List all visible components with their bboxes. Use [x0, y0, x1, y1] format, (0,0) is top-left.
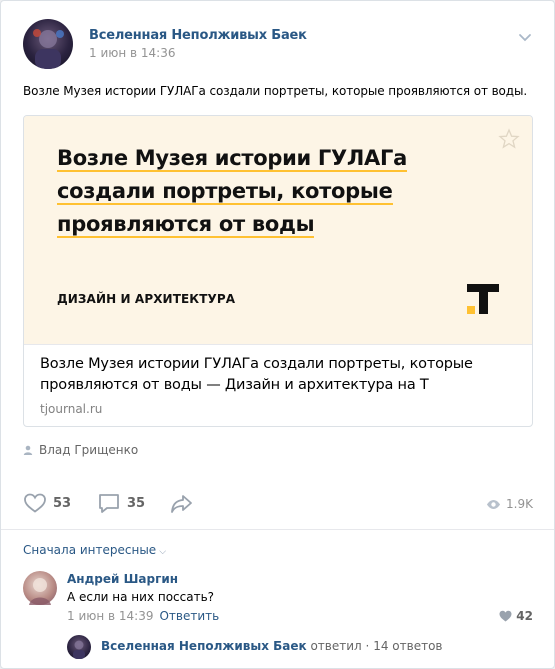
- group-avatar[interactable]: [23, 19, 73, 69]
- snippet-image[interactable]: Возле Музея истории ГУЛАГа создали портр…: [24, 116, 532, 344]
- reply-action: ответил: [310, 639, 362, 653]
- replies-thread-link[interactable]: Вселенная Неполживых Баек ответил · 14 о…: [67, 635, 507, 659]
- user-icon: [23, 444, 33, 455]
- snippet-image-title-line: проявляются от воды: [57, 212, 315, 238]
- reply-button[interactable]: Ответить: [159, 609, 219, 623]
- eye-icon: [487, 500, 501, 509]
- snippet-title[interactable]: Возле Музея истории ГУЛАГа создали портр…: [40, 354, 510, 396]
- comment-text: А если на них поссать?: [67, 590, 215, 604]
- comments-sort-dropdown[interactable]: Сначала интересные ⌵: [23, 543, 166, 557]
- post-actions: 53 35 1.9K: [23, 491, 533, 517]
- heart-icon: [24, 493, 46, 513]
- comment-icon: [99, 494, 119, 513]
- divider: [1, 529, 554, 530]
- group-name-link[interactable]: Вселенная Неполживых Баек: [89, 28, 307, 43]
- post-card: Вселенная Неполживых Баек 1 июн в 14:36 …: [0, 0, 555, 669]
- views-count: 1.9K: [506, 497, 533, 511]
- comment-date[interactable]: 1 июн в 14:39: [67, 609, 153, 623]
- tjournal-logo-icon: [467, 284, 499, 314]
- comments-count: 35: [127, 496, 146, 511]
- comment-like-button[interactable]: 42: [499, 609, 533, 623]
- heart-icon: [499, 610, 512, 622]
- snippet-body[interactable]: Возле Музея истории ГУЛАГа создали портр…: [24, 344, 532, 426]
- chevron-down-icon[interactable]: [517, 29, 533, 45]
- avatar[interactable]: [23, 571, 57, 605]
- link-snippet[interactable]: Возле Музея истории ГУЛАГа создали портр…: [23, 115, 533, 427]
- post-header: Вселенная Неполживых Баек 1 июн в 14:36: [23, 19, 533, 71]
- star-icon[interactable]: [498, 128, 520, 150]
- replies-count[interactable]: 14 ответов: [373, 639, 442, 653]
- reply-author[interactable]: Вселенная Неполживых Баек: [101, 639, 307, 653]
- post-signer[interactable]: Влад Грищенко: [23, 443, 138, 457]
- snippet-image-title-line: создали портреты, которые: [57, 179, 393, 205]
- comment-likes-count: 42: [516, 609, 533, 623]
- chevron-down-icon: ⌵: [159, 547, 167, 557]
- sort-label[interactable]: Сначала интересные: [23, 543, 156, 557]
- views-counter: 1.9K: [486, 497, 533, 511]
- snippet-image-rubric: ДИЗАЙН И АРХИТЕКТУРА: [57, 292, 236, 306]
- likes-count: 53: [53, 496, 72, 511]
- signer-name[interactable]: Влад Грищенко: [39, 443, 138, 457]
- separator: ·: [365, 639, 370, 653]
- snippet-domain: tjournal.ru: [40, 402, 103, 416]
- avatar: [67, 635, 91, 659]
- comment-item: Андрей Шаргин А если на них поссать? 1 и…: [23, 571, 533, 631]
- share-icon: [171, 495, 192, 513]
- snippet-image-title: Возле Музея истории ГУЛАГа создали портр…: [57, 142, 457, 241]
- comment-author[interactable]: Андрей Шаргин: [67, 572, 178, 586]
- comment-meta: 1 июн в 14:39 Ответить: [67, 609, 219, 623]
- post-text: Возле Музея истории ГУЛАГа создали портр…: [23, 84, 528, 98]
- replies-summary[interactable]: Вселенная Неполживых Баек ответил · 14 о…: [101, 639, 442, 653]
- snippet-image-title-line: Возле Музея истории ГУЛАГа: [57, 146, 407, 172]
- post-date[interactable]: 1 июн в 14:36: [89, 46, 175, 60]
